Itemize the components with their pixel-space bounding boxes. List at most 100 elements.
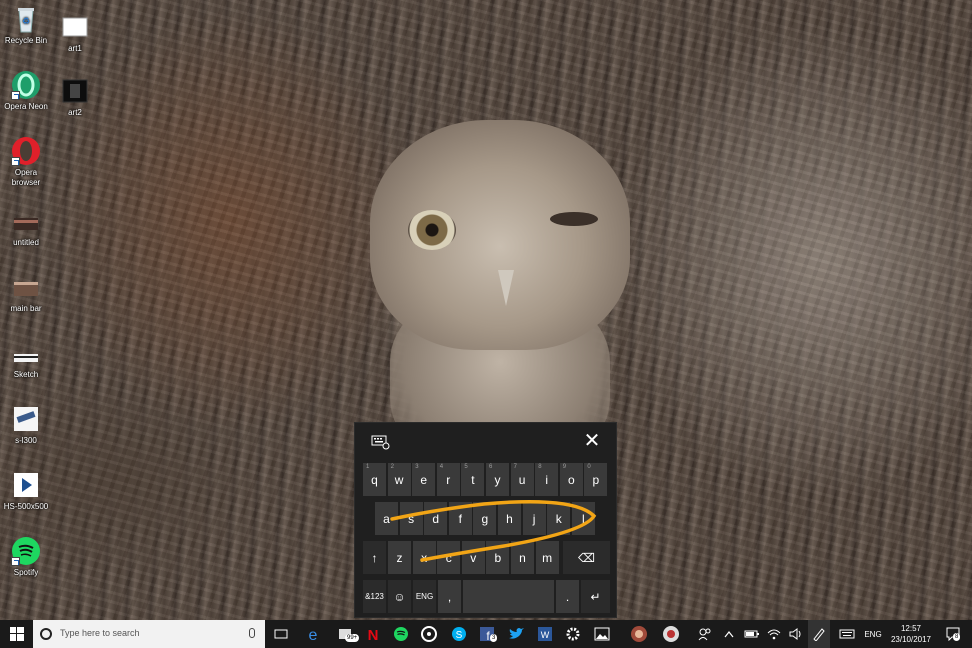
spotify-taskbar-button[interactable] bbox=[388, 620, 414, 648]
period-key[interactable]: . bbox=[556, 580, 579, 613]
facebook-taskbar-button[interactable]: f 3 bbox=[474, 620, 500, 648]
microphone-icon[interactable] bbox=[249, 628, 255, 638]
key-e[interactable]: 3e bbox=[412, 463, 436, 496]
emoji-icon: ☺ bbox=[393, 589, 406, 604]
keyboard-icon bbox=[839, 629, 855, 639]
desktop-icon-s-l300[interactable]: s-l300 bbox=[0, 404, 52, 446]
key-number-hint: 9 bbox=[562, 464, 567, 470]
action-center-button[interactable]: 8 bbox=[940, 620, 966, 648]
owl-open-eye bbox=[408, 210, 456, 250]
netflix-taskbar-button[interactable]: N bbox=[360, 620, 386, 648]
key-m[interactable]: m bbox=[535, 541, 559, 574]
language-key[interactable]: ENG bbox=[413, 580, 436, 613]
photos-taskbar-button[interactable] bbox=[589, 620, 615, 648]
shift-key[interactable]: ↑ bbox=[363, 541, 386, 574]
key-f[interactable]: f bbox=[448, 502, 472, 535]
key-i[interactable]: 8i bbox=[535, 463, 559, 496]
enter-key[interactable]: ↵ bbox=[581, 580, 610, 613]
battery-button[interactable] bbox=[742, 620, 762, 648]
twitter-taskbar-button[interactable] bbox=[503, 620, 529, 648]
key-label: z bbox=[396, 550, 403, 565]
skype-icon: S bbox=[452, 627, 466, 641]
key-label: v bbox=[470, 550, 477, 565]
backspace-key[interactable]: ⌫ bbox=[563, 541, 610, 574]
key-r[interactable]: 4r bbox=[436, 463, 460, 496]
keyboard-settings-icon[interactable] bbox=[371, 434, 391, 450]
key-label: b bbox=[494, 550, 502, 565]
key-h[interactable]: h bbox=[498, 502, 521, 535]
key-label: c bbox=[445, 550, 452, 565]
settings-taskbar-button[interactable] bbox=[560, 620, 586, 648]
emoji-key[interactable]: ☺ bbox=[388, 580, 411, 613]
key-w[interactable]: 2w bbox=[387, 463, 411, 496]
key-c[interactable]: c bbox=[437, 541, 461, 574]
key-label: l bbox=[581, 511, 585, 526]
desktop-icon-art2[interactable]: art2 bbox=[49, 76, 101, 118]
skype-taskbar-button[interactable]: S bbox=[446, 620, 472, 648]
space-bar[interactable] bbox=[463, 580, 554, 613]
desktop-icon-untitled[interactable]: untitled bbox=[0, 206, 52, 248]
groove-taskbar-button[interactable] bbox=[416, 620, 442, 648]
pen-icon bbox=[813, 628, 825, 641]
key-s[interactable]: s bbox=[399, 502, 423, 535]
volume-button[interactable] bbox=[786, 620, 806, 648]
desktop-icon-sketch[interactable]: Sketch bbox=[0, 338, 52, 380]
key-o[interactable]: 9o bbox=[559, 463, 583, 496]
start-button[interactable] bbox=[0, 620, 33, 648]
shortcut-arrow-icon bbox=[11, 157, 20, 166]
key-number-hint: 7 bbox=[513, 464, 517, 470]
desktop-icon-opera-browser[interactable]: Opera browser bbox=[0, 136, 52, 188]
key-label: e bbox=[420, 472, 428, 487]
key-u[interactable]: 7u bbox=[510, 463, 534, 496]
comma-key[interactable]: , bbox=[438, 580, 461, 613]
key-k[interactable]: k bbox=[547, 502, 571, 535]
key-p[interactable]: 0p bbox=[584, 463, 608, 496]
desktop-icon-spotify[interactable]: Spotify bbox=[0, 536, 52, 578]
edge-taskbar-button[interactable]: e bbox=[300, 620, 326, 648]
key-label: d bbox=[432, 511, 440, 526]
desktop-icon-label: Sketch bbox=[13, 370, 39, 379]
running-app-button[interactable] bbox=[658, 620, 684, 648]
show-hidden-icons-button[interactable] bbox=[720, 620, 738, 648]
key-l[interactable]: l bbox=[571, 502, 595, 535]
symbols-key[interactable]: &123 bbox=[363, 580, 386, 613]
key-b[interactable]: b bbox=[486, 541, 510, 574]
clock[interactable]: 12:57 23/10/2017 bbox=[888, 623, 934, 645]
keyboard-close-icon[interactable]: ✕ bbox=[582, 431, 602, 451]
key-label: &123 bbox=[365, 592, 384, 601]
input-language-indicator[interactable]: ENG bbox=[860, 620, 886, 648]
desktop-icon-label: Spotify bbox=[13, 568, 39, 577]
key-z[interactable]: z bbox=[388, 541, 411, 574]
key-q[interactable]: 1q bbox=[363, 463, 386, 496]
key-t[interactable]: 5t bbox=[461, 463, 485, 496]
network-button[interactable] bbox=[764, 620, 784, 648]
people-icon bbox=[698, 628, 711, 641]
task-view-button[interactable] bbox=[268, 620, 294, 648]
key-label: i bbox=[545, 472, 549, 487]
key-v[interactable]: v bbox=[461, 541, 485, 574]
key-d[interactable]: d bbox=[424, 502, 448, 535]
running-app-button[interactable] bbox=[626, 620, 652, 648]
opera-icon bbox=[11, 136, 41, 166]
key-x[interactable]: x bbox=[412, 541, 436, 574]
desktop-icon-recycle-bin[interactable]: ♻ Recycle Bin bbox=[0, 4, 52, 46]
people-button[interactable] bbox=[694, 620, 716, 648]
desktop-icon-hs-500x500[interactable]: HS-500x500 bbox=[0, 470, 52, 512]
word-taskbar-button[interactable]: W bbox=[532, 620, 558, 648]
key-g[interactable]: g bbox=[473, 502, 497, 535]
touch-keyboard-button[interactable] bbox=[836, 620, 858, 648]
key-y[interactable]: 6y bbox=[486, 463, 509, 496]
netflix-icon: N bbox=[368, 627, 379, 642]
pen-workspace-button[interactable] bbox=[808, 620, 830, 648]
people-app-button[interactable]: 99+ bbox=[332, 620, 360, 648]
key-j[interactable]: j bbox=[522, 502, 546, 535]
key-n[interactable]: n bbox=[511, 541, 534, 574]
taskbar-search-box[interactable]: Type here to search bbox=[33, 620, 265, 648]
desktop-icon-main-bar[interactable]: main bar bbox=[0, 272, 52, 314]
desktop-icon-opera-neon[interactable]: Opera Neon bbox=[0, 70, 52, 112]
key-label: q bbox=[371, 472, 378, 487]
key-label: u bbox=[518, 472, 526, 487]
desktop-icon-art1[interactable]: art1 bbox=[49, 12, 101, 54]
key-a[interactable]: a bbox=[375, 502, 398, 535]
image-file-icon bbox=[11, 470, 41, 500]
